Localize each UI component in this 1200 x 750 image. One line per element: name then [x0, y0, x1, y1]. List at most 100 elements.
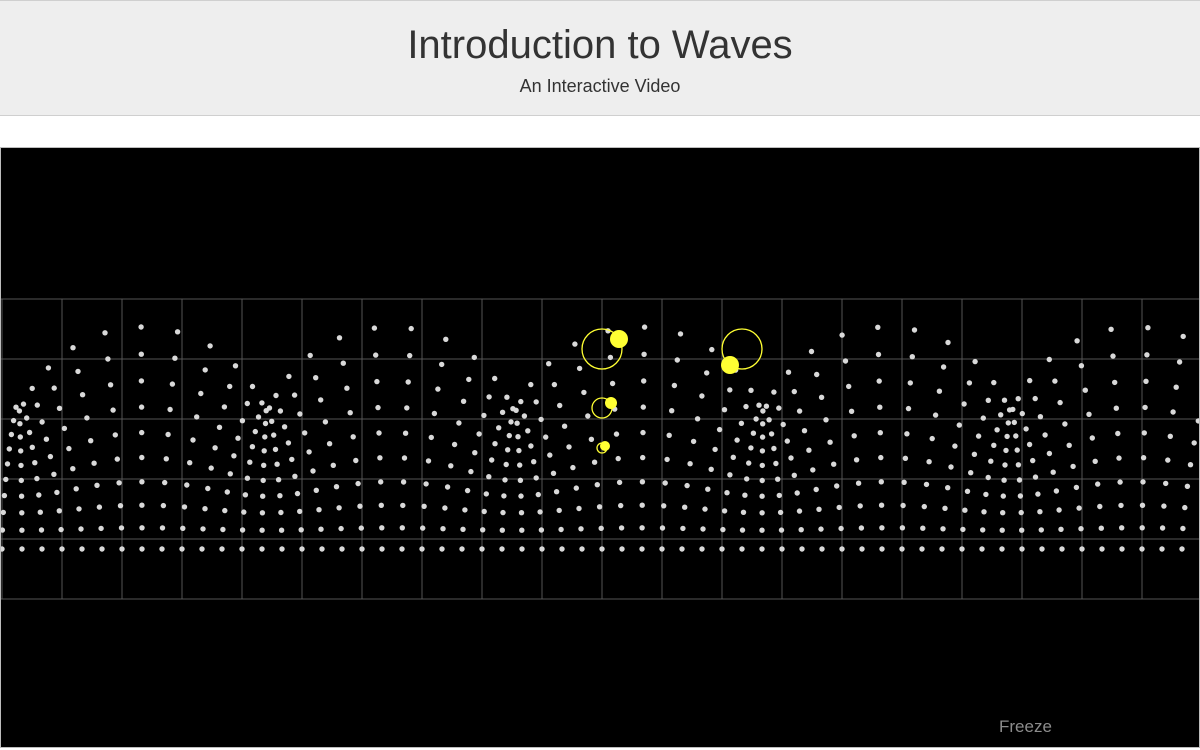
wave-particle — [818, 526, 824, 532]
wave-particle — [878, 454, 884, 461]
wave-particle — [1182, 504, 1188, 511]
wave-particle — [38, 527, 45, 533]
wave-particle — [1032, 395, 1038, 402]
wave-particle — [1086, 411, 1092, 417]
wave-particle — [1082, 387, 1089, 393]
wave-particle — [285, 440, 292, 446]
wave-particle — [486, 474, 492, 480]
wave-particle — [375, 404, 381, 411]
wave-particle — [3, 476, 9, 483]
highlighted-particle — [600, 441, 610, 451]
wave-particle — [448, 463, 454, 469]
wave-particle — [112, 432, 119, 438]
highlighted-particle — [610, 330, 628, 348]
wave-particle — [1161, 503, 1167, 509]
wave-particle — [899, 525, 906, 531]
wave-particle — [721, 508, 728, 514]
wave-particle — [29, 385, 35, 392]
wave-particle — [834, 483, 840, 489]
wave-particle — [615, 455, 621, 462]
wave-particle — [139, 546, 145, 552]
highlighted-particle — [605, 397, 617, 409]
wave-particle — [462, 507, 468, 513]
wave-particle — [1079, 546, 1085, 552]
wave-particle — [36, 492, 42, 498]
wave-particle — [340, 360, 346, 366]
wave-particle — [1142, 404, 1148, 411]
wave-particle — [705, 486, 711, 492]
wave-particle — [525, 428, 531, 434]
wave-particle — [1014, 447, 1020, 453]
wave-particle — [172, 355, 178, 361]
wave-particle — [1141, 430, 1148, 436]
wave-particle — [6, 446, 12, 452]
wave-particle — [313, 487, 319, 493]
wave-particle — [162, 479, 168, 486]
wave-particle — [964, 488, 971, 494]
wave-particle — [1017, 493, 1024, 499]
wave-particle — [791, 472, 797, 478]
wave-particle — [1115, 430, 1121, 437]
wave-particle — [1179, 546, 1185, 552]
wave-particle — [262, 420, 269, 427]
wave-particle — [139, 454, 145, 461]
wave-particle — [1018, 509, 1024, 516]
wave-particle — [858, 525, 865, 531]
wave-particle — [700, 526, 706, 532]
wave-particle — [609, 380, 616, 387]
wave-particle — [333, 484, 340, 490]
wave-particle — [756, 402, 762, 408]
wave-particle — [355, 480, 361, 487]
wave-particle — [1037, 414, 1044, 420]
wave-particle — [517, 477, 524, 483]
wave-particle — [842, 358, 849, 364]
wave-particle — [998, 412, 1004, 418]
wave-particle — [759, 546, 765, 552]
wave-simulation-canvas[interactable] — [0, 147, 1200, 748]
wave-particle — [1112, 379, 1118, 386]
wave-particle — [999, 546, 1005, 552]
wave-particle — [727, 387, 733, 393]
highlighted-particle-orbits — [581, 328, 763, 454]
wave-particle — [690, 438, 697, 445]
wave-particle — [1035, 491, 1041, 497]
wave-particle — [738, 420, 745, 426]
wave-particle — [1113, 405, 1120, 411]
wave-particle — [118, 525, 125, 531]
wave-particle — [8, 431, 15, 438]
wave-particle — [479, 546, 485, 552]
wave-particle — [759, 477, 765, 484]
wave-particle — [748, 445, 754, 451]
wave-particle — [909, 354, 915, 360]
wave-particle — [319, 546, 325, 552]
wave-particle — [443, 336, 449, 342]
wave-particle — [1019, 527, 1025, 533]
wave-particle — [307, 352, 313, 359]
wave-particle — [423, 481, 429, 487]
wave-particle — [776, 492, 782, 499]
wave-particle — [169, 381, 176, 387]
wave-particle — [347, 410, 353, 416]
wave-particle — [985, 474, 991, 481]
grid-lines — [1, 298, 1199, 600]
wave-particle — [66, 445, 72, 452]
wave-particle — [878, 479, 884, 485]
wave-particle — [773, 460, 779, 467]
wave-particle — [420, 525, 426, 531]
wave-particle — [277, 408, 284, 414]
wave-particle — [518, 510, 525, 516]
wave-particle — [1159, 525, 1166, 531]
wave-particle — [261, 462, 267, 468]
wave-particle — [221, 404, 228, 410]
wave-particle — [499, 527, 505, 533]
wave-particle — [513, 407, 519, 413]
freeze-button[interactable]: Freeze — [999, 717, 1052, 737]
wave-particle — [640, 454, 646, 461]
wave-particle — [84, 415, 90, 421]
wave-particle — [730, 454, 736, 460]
wave-particle — [39, 546, 45, 552]
wave-particle — [801, 428, 808, 434]
wave-particle — [34, 475, 40, 482]
wave-particle — [618, 525, 625, 531]
wave-particle — [744, 476, 750, 482]
